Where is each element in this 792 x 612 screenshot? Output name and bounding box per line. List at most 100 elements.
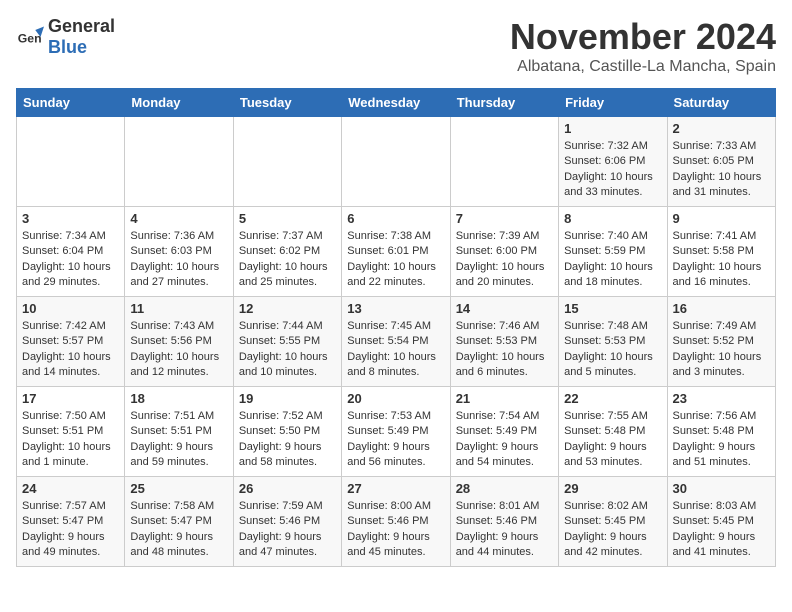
- calendar-day-cell: 20 Sunrise: 7:53 AMSunset: 5:49 PMDayligh…: [342, 387, 450, 477]
- day-info: Sunrise: 7:36 AMSunset: 6:03 PMDaylight:…: [130, 229, 227, 291]
- calendar-day-cell: 17 Sunrise: 7:50 AMSunset: 5:51 PMDayligh…: [17, 387, 125, 477]
- calendar-day-cell: 30 Sunrise: 8:03 AMSunset: 5:45 PMDayligh…: [667, 477, 775, 567]
- calendar-day-cell: 19Sunrise: 7:52 AMSunset: 5:50 PMDayligh…: [233, 387, 341, 477]
- calendar-day-cell: 27 Sunrise: 8:00 AMSunset: 5:46 PMDayligh…: [342, 477, 450, 567]
- calendar-day-cell: 28Sunrise: 8:01 AMSunset: 5:46 PMDayligh…: [450, 477, 558, 567]
- day-number: 12: [239, 301, 336, 316]
- calendar-day-cell: 9 Sunrise: 7:41 AMSunset: 5:58 PMDaylight…: [667, 207, 775, 297]
- calendar-day-cell: 2 Sunrise: 7:33 AMSunset: 6:05 PMDaylight…: [667, 117, 775, 207]
- day-number: 29: [564, 481, 661, 496]
- day-number: 5: [239, 211, 336, 226]
- day-info: Sunrise: 7:46 AMSunset: 5:53 PMDaylight:…: [456, 319, 553, 381]
- day-info: Sunrise: 8:00 AMSunset: 5:46 PMDaylight:…: [347, 499, 444, 561]
- weekday-header-cell: Sunday: [17, 89, 125, 117]
- day-info: Sunrise: 7:49 AMSunset: 5:52 PMDaylight:…: [673, 319, 770, 381]
- weekday-header-row: SundayMondayTuesdayWednesdayThursdayFrid…: [17, 89, 776, 117]
- calendar-day-cell: 25 Sunrise: 7:58 AMSunset: 5:47 PMDayligh…: [125, 477, 233, 567]
- calendar-day-cell: 22Sunrise: 7:55 AMSunset: 5:48 PMDayligh…: [559, 387, 667, 477]
- weekday-header-cell: Monday: [125, 89, 233, 117]
- day-number: 3: [22, 211, 119, 226]
- title-block: November 2024 Albatana, Castille-La Manc…: [510, 16, 776, 76]
- day-info: Sunrise: 7:51 AMSunset: 5:51 PMDaylight:…: [130, 409, 227, 471]
- calendar-day-cell: 29Sunrise: 8:02 AMSunset: 5:45 PMDayligh…: [559, 477, 667, 567]
- day-info: Sunrise: 7:59 AMSunset: 5:46 PMDaylight:…: [239, 499, 336, 561]
- day-info: Sunrise: 7:39 AMSunset: 6:00 PMDaylight:…: [456, 229, 553, 291]
- calendar-day-cell: 8 Sunrise: 7:40 AMSunset: 5:59 PMDaylight…: [559, 207, 667, 297]
- calendar-day-cell: 15 Sunrise: 7:48 AMSunset: 5:53 PMDayligh…: [559, 297, 667, 387]
- weekday-header-cell: Friday: [559, 89, 667, 117]
- day-number: 27: [347, 481, 444, 496]
- calendar-day-cell: 24Sunrise: 7:57 AMSunset: 5:47 PMDayligh…: [17, 477, 125, 567]
- logo-general: General: [48, 16, 115, 36]
- calendar-week-row: 24Sunrise: 7:57 AMSunset: 5:47 PMDayligh…: [17, 477, 776, 567]
- calendar-day-cell: 5 Sunrise: 7:37 AMSunset: 6:02 PMDaylight…: [233, 207, 341, 297]
- day-info: Sunrise: 7:38 AMSunset: 6:01 PMDaylight:…: [347, 229, 444, 291]
- day-number: 28: [456, 481, 553, 496]
- day-info: Sunrise: 7:41 AMSunset: 5:58 PMDaylight:…: [673, 229, 770, 291]
- logo: Gen General Blue: [16, 16, 115, 58]
- calendar-day-cell: [233, 117, 341, 207]
- calendar-week-row: 1 Sunrise: 7:32 AMSunset: 6:06 PMDaylight…: [17, 117, 776, 207]
- day-number: 10: [22, 301, 119, 316]
- day-info: Sunrise: 7:40 AMSunset: 5:59 PMDaylight:…: [564, 229, 661, 291]
- day-number: 23: [673, 391, 770, 406]
- calendar-day-cell: 6 Sunrise: 7:38 AMSunset: 6:01 PMDaylight…: [342, 207, 450, 297]
- calendar-day-cell: [17, 117, 125, 207]
- calendar-day-cell: [342, 117, 450, 207]
- day-number: 25: [130, 481, 227, 496]
- day-info: Sunrise: 7:33 AMSunset: 6:05 PMDaylight:…: [673, 139, 770, 201]
- day-number: 30: [673, 481, 770, 496]
- calendar-day-cell: 7 Sunrise: 7:39 AMSunset: 6:00 PMDaylight…: [450, 207, 558, 297]
- calendar-week-row: 10Sunrise: 7:42 AMSunset: 5:57 PMDayligh…: [17, 297, 776, 387]
- calendar-day-cell: [450, 117, 558, 207]
- month-title: November 2024: [510, 16, 776, 58]
- day-number: 14: [456, 301, 553, 316]
- day-number: 9: [673, 211, 770, 226]
- calendar-day-cell: 11Sunrise: 7:43 AMSunset: 5:56 PMDayligh…: [125, 297, 233, 387]
- day-number: 4: [130, 211, 227, 226]
- day-number: 8: [564, 211, 661, 226]
- location-title: Albatana, Castille-La Mancha, Spain: [510, 58, 776, 76]
- day-number: 15: [564, 301, 661, 316]
- day-info: Sunrise: 7:54 AMSunset: 5:49 PMDaylight:…: [456, 409, 553, 471]
- day-number: 22: [564, 391, 661, 406]
- calendar-body: 1 Sunrise: 7:32 AMSunset: 6:06 PMDaylight…: [17, 117, 776, 567]
- weekday-header-cell: Saturday: [667, 89, 775, 117]
- day-info: Sunrise: 7:45 AMSunset: 5:54 PMDaylight:…: [347, 319, 444, 381]
- calendar-week-row: 17 Sunrise: 7:50 AMSunset: 5:51 PMDayligh…: [17, 387, 776, 477]
- day-info: Sunrise: 7:37 AMSunset: 6:02 PMDaylight:…: [239, 229, 336, 291]
- calendar-day-cell: 14 Sunrise: 7:46 AMSunset: 5:53 PMDayligh…: [450, 297, 558, 387]
- weekday-header-cell: Thursday: [450, 89, 558, 117]
- calendar-day-cell: 4 Sunrise: 7:36 AMSunset: 6:03 PMDaylight…: [125, 207, 233, 297]
- calendar-day-cell: 3 Sunrise: 7:34 AMSunset: 6:04 PMDaylight…: [17, 207, 125, 297]
- day-info: Sunrise: 8:03 AMSunset: 5:45 PMDaylight:…: [673, 499, 770, 561]
- calendar-day-cell: 16Sunrise: 7:49 AMSunset: 5:52 PMDayligh…: [667, 297, 775, 387]
- day-number: 11: [130, 301, 227, 316]
- day-number: 13: [347, 301, 444, 316]
- day-number: 26: [239, 481, 336, 496]
- day-info: Sunrise: 7:48 AMSunset: 5:53 PMDaylight:…: [564, 319, 661, 381]
- day-info: Sunrise: 7:34 AMSunset: 6:04 PMDaylight:…: [22, 229, 119, 291]
- day-number: 17: [22, 391, 119, 406]
- day-info: Sunrise: 7:50 AMSunset: 5:51 PMDaylight:…: [22, 409, 119, 471]
- calendar-day-cell: 18 Sunrise: 7:51 AMSunset: 5:51 PMDayligh…: [125, 387, 233, 477]
- day-number: 18: [130, 391, 227, 406]
- day-number: 7: [456, 211, 553, 226]
- day-info: Sunrise: 7:44 AMSunset: 5:55 PMDaylight:…: [239, 319, 336, 381]
- calendar-day-cell: 10Sunrise: 7:42 AMSunset: 5:57 PMDayligh…: [17, 297, 125, 387]
- page-header: Gen General Blue November 2024 Albatana,…: [16, 16, 776, 76]
- day-info: Sunrise: 7:32 AMSunset: 6:06 PMDaylight:…: [564, 139, 661, 201]
- day-info: Sunrise: 7:58 AMSunset: 5:47 PMDaylight:…: [130, 499, 227, 561]
- calendar-day-cell: 13 Sunrise: 7:45 AMSunset: 5:54 PMDayligh…: [342, 297, 450, 387]
- day-number: 6: [347, 211, 444, 226]
- day-number: 20: [347, 391, 444, 406]
- logo-icon: Gen: [16, 23, 44, 51]
- calendar-day-cell: 23 Sunrise: 7:56 AMSunset: 5:48 PMDayligh…: [667, 387, 775, 477]
- day-info: Sunrise: 7:53 AMSunset: 5:49 PMDaylight:…: [347, 409, 444, 471]
- calendar-day-cell: 12 Sunrise: 7:44 AMSunset: 5:55 PMDayligh…: [233, 297, 341, 387]
- day-info: Sunrise: 7:56 AMSunset: 5:48 PMDaylight:…: [673, 409, 770, 471]
- day-number: 1: [564, 121, 661, 136]
- day-number: 2: [673, 121, 770, 136]
- day-info: Sunrise: 7:57 AMSunset: 5:47 PMDaylight:…: [22, 499, 119, 561]
- calendar-week-row: 3 Sunrise: 7:34 AMSunset: 6:04 PMDaylight…: [17, 207, 776, 297]
